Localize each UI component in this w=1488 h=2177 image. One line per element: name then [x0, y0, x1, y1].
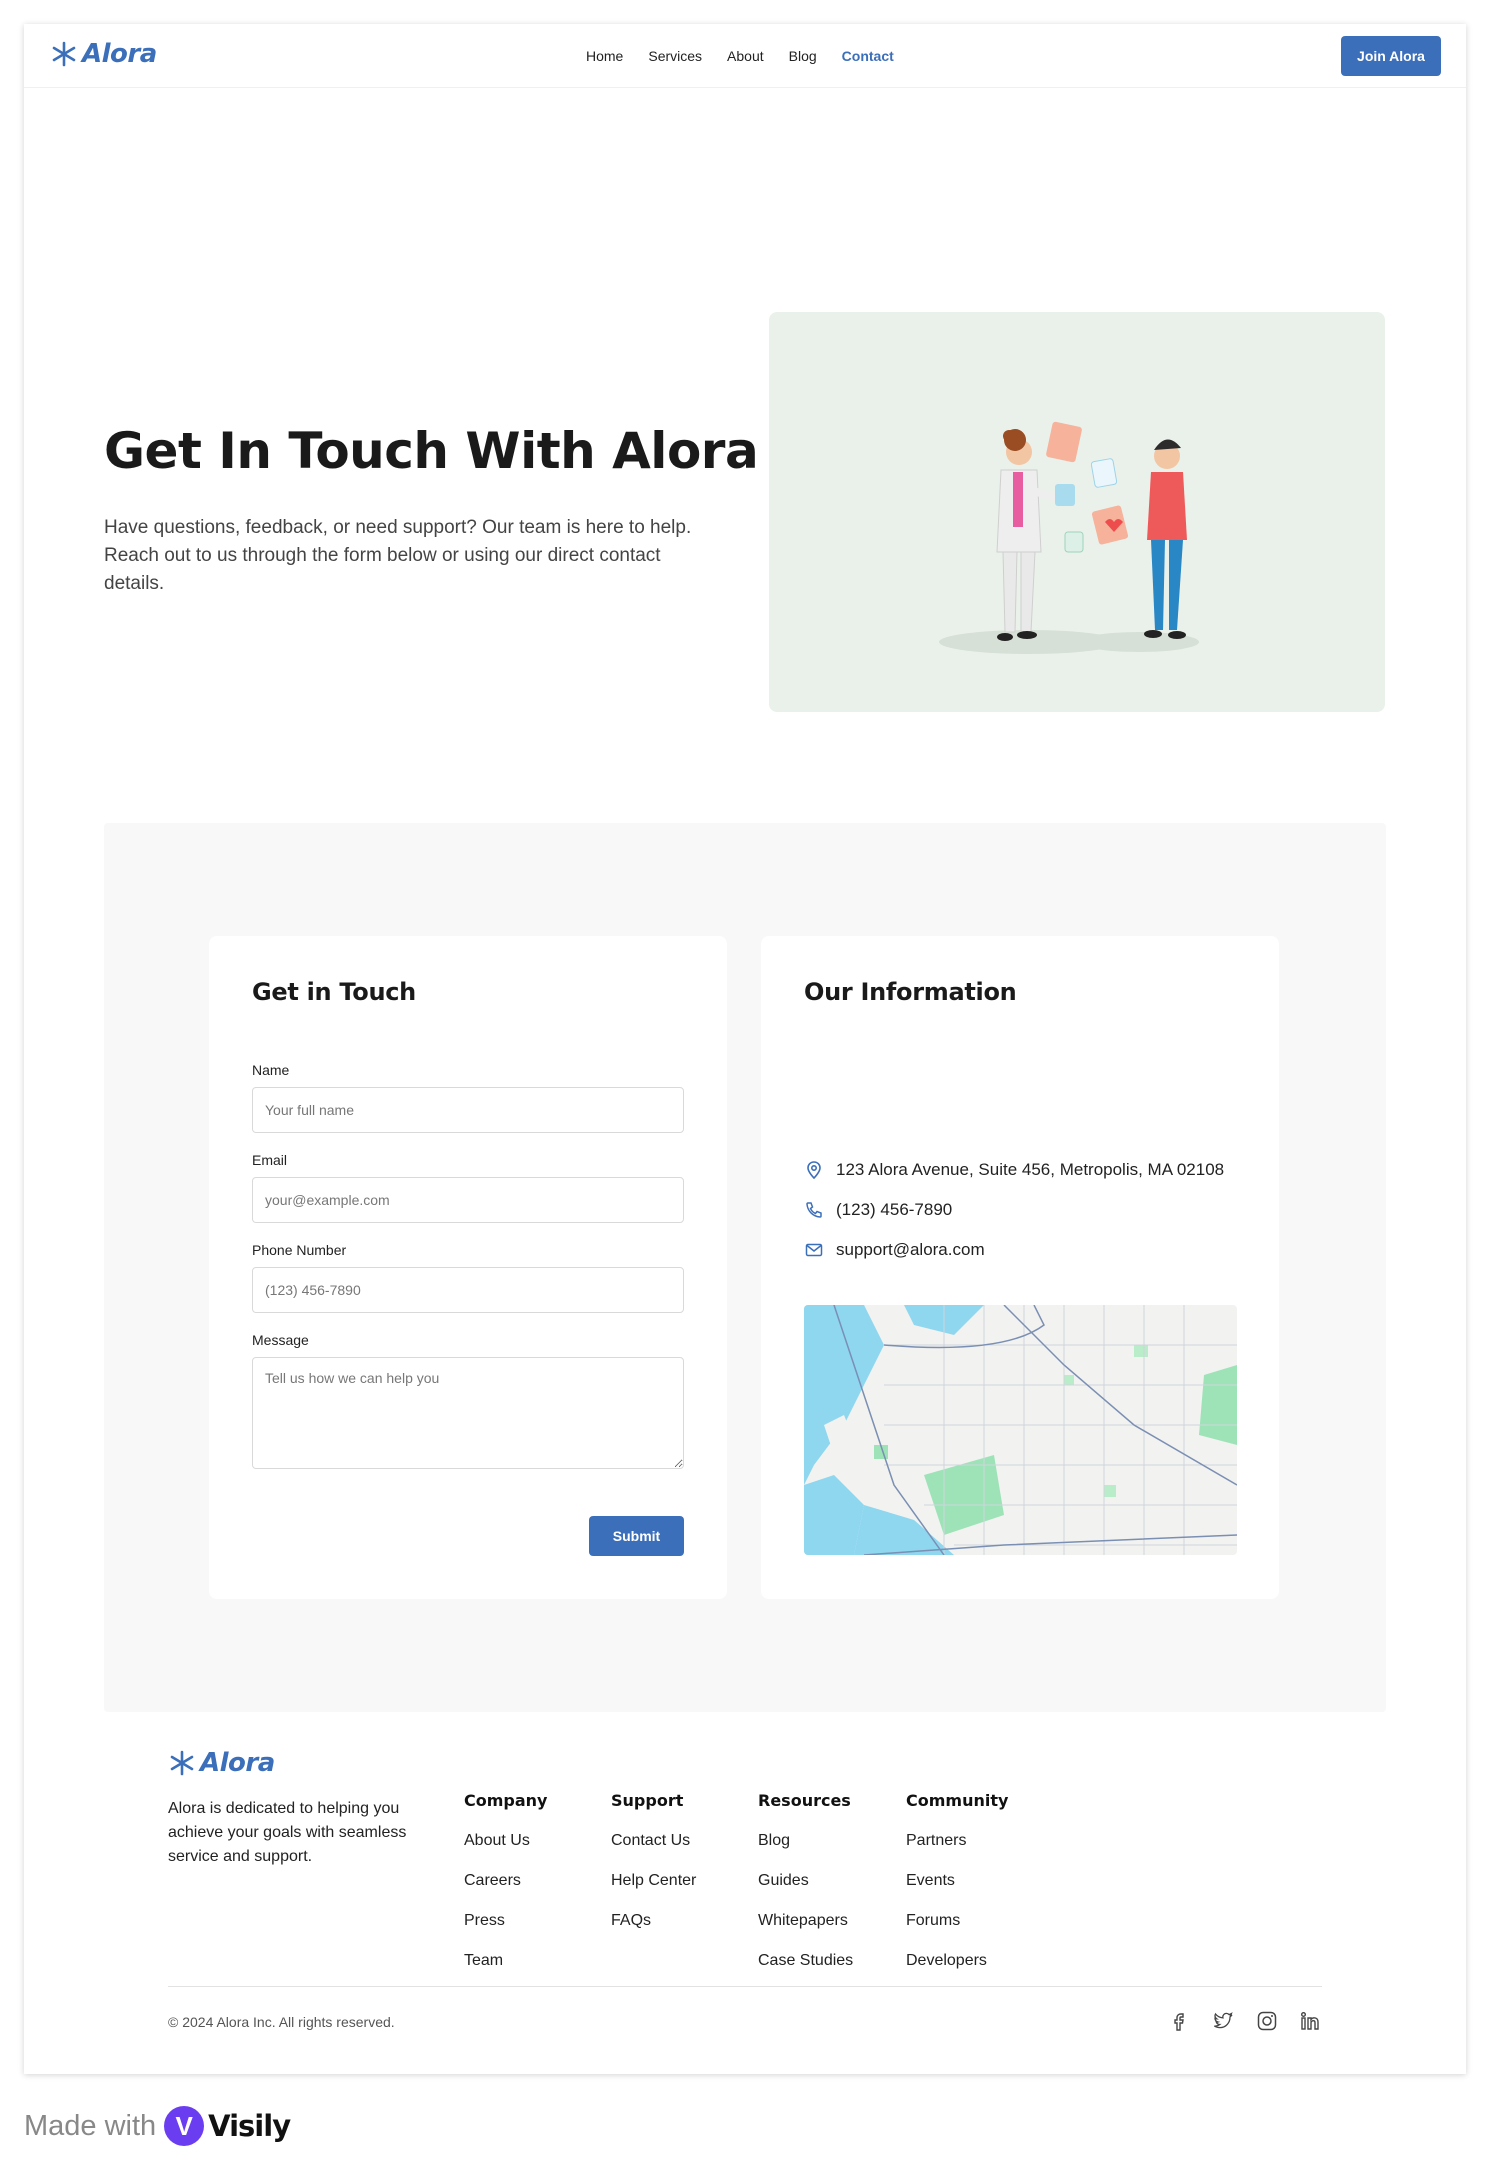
footer-link[interactable]: Whitepapers — [758, 1912, 853, 1932]
footer-link[interactable]: FAQs — [611, 1912, 696, 1932]
footer-link[interactable]: Press — [464, 1912, 547, 1932]
footer-divider — [168, 1986, 1322, 1987]
sparkle-logo-icon — [52, 41, 76, 67]
twitter-icon[interactable] — [1211, 2009, 1235, 2033]
main-nav: Home Services About Blog Contact — [586, 48, 919, 64]
hero-title: Get In Touch With Alora — [104, 422, 759, 480]
address-row: 123 Alora Avenue, Suite 456, Metropolis,… — [804, 1160, 1224, 1180]
message-textarea[interactable] — [252, 1357, 684, 1469]
instagram-icon[interactable] — [1255, 2009, 1279, 2033]
footer-col-resources: Resources Blog Guides Whitepapers Case S… — [758, 1791, 853, 1992]
mail-icon — [805, 1243, 823, 1257]
made-with-badge[interactable]: Made with V Visily — [24, 2106, 291, 2146]
phone-text: (123) 456-7890 — [836, 1200, 953, 1219]
info-title: Our Information — [804, 978, 1017, 1006]
footer-link[interactable]: Forums — [906, 1912, 1008, 1932]
email-text[interactable]: support@alora.com — [836, 1240, 985, 1260]
footer-logo[interactable]: Alora — [168, 1748, 275, 1778]
people-chatting-illustration — [939, 421, 1199, 654]
contact-section: Get in Touch Name Email Phone Number Mes… — [104, 823, 1386, 1712]
message-label: Message — [252, 1332, 309, 1348]
footer-about: Alora is dedicated to helping you achiev… — [168, 1800, 407, 1865]
phone-icon — [806, 1202, 822, 1218]
email-input[interactable] — [252, 1177, 684, 1223]
address-text: 123 Alora Avenue, Suite 456, Metropolis,… — [836, 1160, 1225, 1179]
footer-link[interactable]: About Us — [464, 1832, 547, 1852]
logo-text: Alora — [82, 39, 157, 69]
nav-blog[interactable]: Blog — [789, 48, 817, 64]
footer-col-title: Support — [611, 1791, 684, 1810]
sparkle-logo-icon — [170, 1750, 194, 1776]
facebook-icon[interactable] — [1167, 2009, 1191, 2033]
email-label: Email — [252, 1152, 288, 1168]
visily-logo-icon: V — [164, 2106, 205, 2146]
info-card: Our Information 123 Alora Avenue, Suite … — [761, 936, 1279, 1599]
footer-link[interactable]: Careers — [464, 1872, 547, 1892]
logo[interactable]: Alora — [50, 39, 157, 69]
copyright: © 2024 Alora Inc. All rights reserved. — [168, 2014, 395, 2030]
footer-link[interactable]: Team — [464, 1952, 547, 1972]
footer-link[interactable]: Guides — [758, 1872, 853, 1892]
nav-services[interactable]: Services — [648, 48, 702, 64]
linkedin-icon[interactable] — [1298, 2009, 1322, 2033]
footer-link[interactable]: Developers — [906, 1952, 1008, 1972]
nav-about[interactable]: About — [727, 48, 764, 64]
footer-link[interactable]: Events — [906, 1872, 1008, 1892]
footer-col-community: Community Partners Events Forums Develop… — [906, 1791, 1008, 1992]
footer-col-support: Support Contact Us Help Center FAQs — [611, 1791, 696, 1952]
footer-col-company: Company About Us Careers Press Team — [464, 1791, 547, 1992]
footer-col-title: Resources — [758, 1791, 851, 1810]
footer-link[interactable]: Contact Us — [611, 1832, 696, 1852]
footer-link[interactable]: Blog — [758, 1832, 853, 1852]
name-label: Name — [252, 1062, 290, 1078]
contact-form-card: Get in Touch Name Email Phone Number Mes… — [209, 936, 727, 1599]
footer-logo-text: Alora — [200, 1748, 275, 1778]
map-graphic — [804, 1305, 1237, 1555]
map-pin-icon — [807, 1161, 821, 1180]
hero-illustration — [769, 312, 1385, 712]
phone-row: (123) 456-7890 — [804, 1200, 952, 1220]
page: Alora Home Services About Blog Contact J… — [24, 24, 1466, 2074]
header: Alora Home Services About Blog Contact J… — [24, 24, 1466, 88]
footer-col-title: Company — [464, 1791, 548, 1810]
submit-button[interactable]: Submit — [589, 1516, 684, 1556]
footer-col-title: Community — [906, 1791, 1009, 1810]
email-row: support@alora.com — [804, 1240, 985, 1260]
footer-link[interactable]: Case Studies — [758, 1952, 853, 1972]
visily-text: Visily — [208, 2109, 291, 2143]
made-with-text: Made with — [24, 2109, 157, 2142]
hero-description: Have questions, feedback, or need suppor… — [104, 517, 692, 594]
nav-home[interactable]: Home — [586, 48, 623, 64]
form-title: Get in Touch — [252, 978, 416, 1006]
phone-input[interactable] — [252, 1267, 684, 1313]
footer-link[interactable]: Help Center — [611, 1872, 696, 1892]
phone-label: Phone Number — [252, 1242, 347, 1258]
location-map[interactable] — [804, 1305, 1237, 1555]
join-button[interactable]: Join Alora — [1341, 36, 1441, 76]
nav-contact[interactable]: Contact — [842, 48, 894, 64]
footer-link[interactable]: Partners — [906, 1832, 1008, 1852]
name-input[interactable] — [252, 1087, 684, 1133]
